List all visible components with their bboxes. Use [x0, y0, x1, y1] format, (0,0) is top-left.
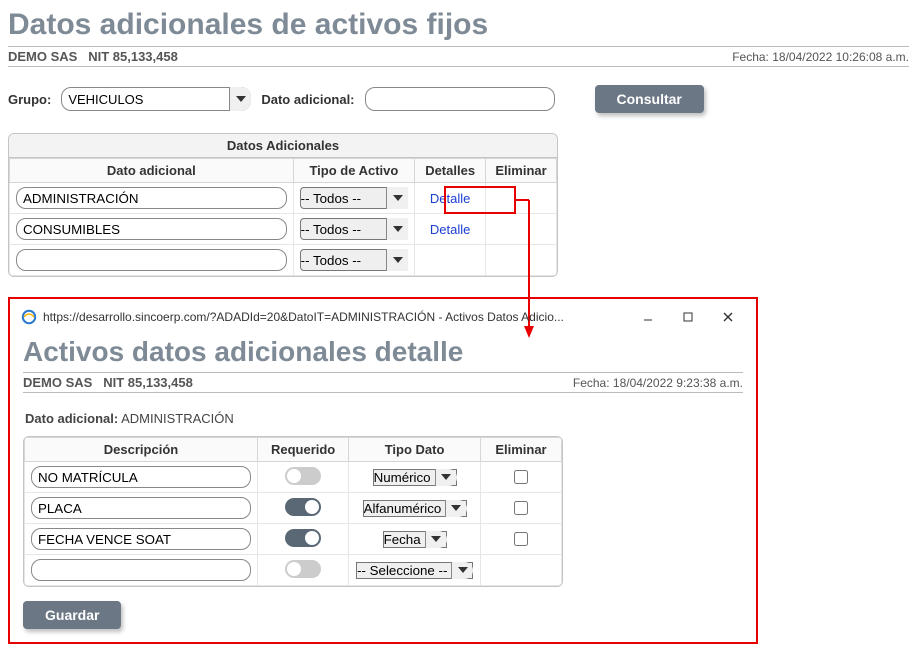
consultar-button[interactable]: Consultar: [595, 85, 704, 113]
popup-titlebar: https://desarrollo.sincoerp.com/?ADADId=…: [13, 302, 753, 332]
col-tipo-dato: Tipo Dato: [349, 438, 481, 462]
eliminar-checkbox[interactable]: [514, 470, 528, 484]
eliminar-checkbox[interactable]: [514, 501, 528, 515]
descripcion-input[interactable]: [31, 559, 251, 581]
dato-adicional-input[interactable]: [365, 87, 555, 111]
popup-date-label: Fecha:: [573, 376, 610, 390]
popup-page-title: Activos datos adicionales detalle: [23, 336, 743, 368]
dato-input[interactable]: [16, 187, 287, 209]
filter-row: Grupo: VEHICULOS Dato adicional: Consult…: [8, 85, 909, 113]
col-descripcion: Descripción: [25, 438, 258, 462]
popup-nit-value: 85,133,458: [128, 375, 193, 390]
date-value: 18/04/2022 10:26:08 a.m.: [772, 50, 909, 64]
nit-value: 85,133,458: [113, 49, 178, 64]
page-title: Datos adicionales de activos fijos: [8, 8, 909, 42]
descripcion-input[interactable]: [31, 528, 251, 550]
table-row: -- Todos -- Detalle: [10, 183, 557, 214]
company-name: DEMO SAS: [8, 49, 77, 64]
col-eliminar: Eliminar: [486, 159, 557, 183]
descripcion-input[interactable]: [31, 466, 251, 488]
detalle-link[interactable]: Detalle: [430, 191, 470, 206]
col-eliminar-detalle: Eliminar: [480, 438, 561, 462]
table-row: Numérico: [25, 462, 562, 493]
tipo-activo-select[interactable]: -- Todos --: [300, 249, 409, 271]
tipo-dato-select[interactable]: Alfanumérico: [363, 500, 467, 517]
tipo-dato-select[interactable]: -- Seleccione --: [356, 562, 473, 579]
table-row: -- Todos -- Detalle: [10, 214, 557, 245]
grid-detalle: Descripción Requerido Tipo Dato Eliminar…: [23, 436, 563, 587]
ie-icon: [21, 309, 37, 325]
requerido-toggle[interactable]: [285, 529, 321, 547]
popup-window: https://desarrollo.sincoerp.com/?ADADId=…: [8, 297, 758, 644]
window-maximize-button[interactable]: [671, 306, 705, 328]
grid-title: Datos Adicionales: [9, 134, 557, 158]
popup-company: DEMO SAS: [23, 375, 92, 390]
guardar-button[interactable]: Guardar: [23, 601, 121, 629]
popup-date-value: 18/04/2022 9:23:38 a.m.: [613, 376, 743, 390]
nit-label: NIT: [88, 49, 109, 64]
requerido-toggle[interactable]: [285, 498, 321, 516]
dato-input[interactable]: [16, 218, 287, 240]
grupo-label: Grupo:: [8, 92, 51, 107]
page-subheader: DEMO SAS NIT 85,133,458 Fecha: 18/04/202…: [8, 46, 909, 67]
popup-url: https://desarrollo.sincoerp.com/?ADADId=…: [43, 310, 564, 324]
tipo-dato-select[interactable]: Numérico: [373, 469, 457, 486]
window-minimize-button[interactable]: [631, 306, 665, 328]
col-tipo-activo: Tipo de Activo: [293, 159, 415, 183]
tipo-activo-select[interactable]: -- Todos --: [300, 187, 409, 209]
date-label: Fecha:: [732, 50, 769, 64]
popup-subheader: DEMO SAS NIT 85,133,458 Fecha: 18/04/202…: [23, 372, 743, 393]
col-requerido: Requerido: [258, 438, 349, 462]
detalle-link[interactable]: Detalle: [430, 222, 470, 237]
descripcion-input[interactable]: [31, 497, 251, 519]
col-dato-adicional: Dato adicional: [10, 159, 294, 183]
dato-adicional-label: Dato adicional:: [261, 92, 354, 107]
eliminar-checkbox[interactable]: [514, 532, 528, 546]
col-detalles: Detalles: [415, 159, 486, 183]
popup-nit-label: NIT: [103, 375, 124, 390]
table-row: Fecha: [25, 524, 562, 555]
popup-dato-value: ADMINISTRACIÓN: [121, 411, 234, 426]
requerido-toggle[interactable]: [285, 467, 321, 485]
table-row: -- Todos --: [10, 245, 557, 276]
popup-dato-label: Dato adicional:: [25, 411, 118, 426]
table-row: -- Seleccione --: [25, 555, 562, 586]
grupo-select[interactable]: VEHICULOS: [61, 87, 251, 111]
dato-input[interactable]: [16, 249, 287, 271]
tipo-activo-select[interactable]: -- Todos --: [300, 218, 409, 240]
table-row: Alfanumérico: [25, 493, 562, 524]
requerido-toggle[interactable]: [285, 560, 321, 578]
grid-datos-adicionales: Datos Adicionales Dato adicional Tipo de…: [8, 133, 558, 277]
window-close-button[interactable]: [711, 306, 745, 328]
tipo-dato-select[interactable]: Fecha: [383, 531, 447, 548]
